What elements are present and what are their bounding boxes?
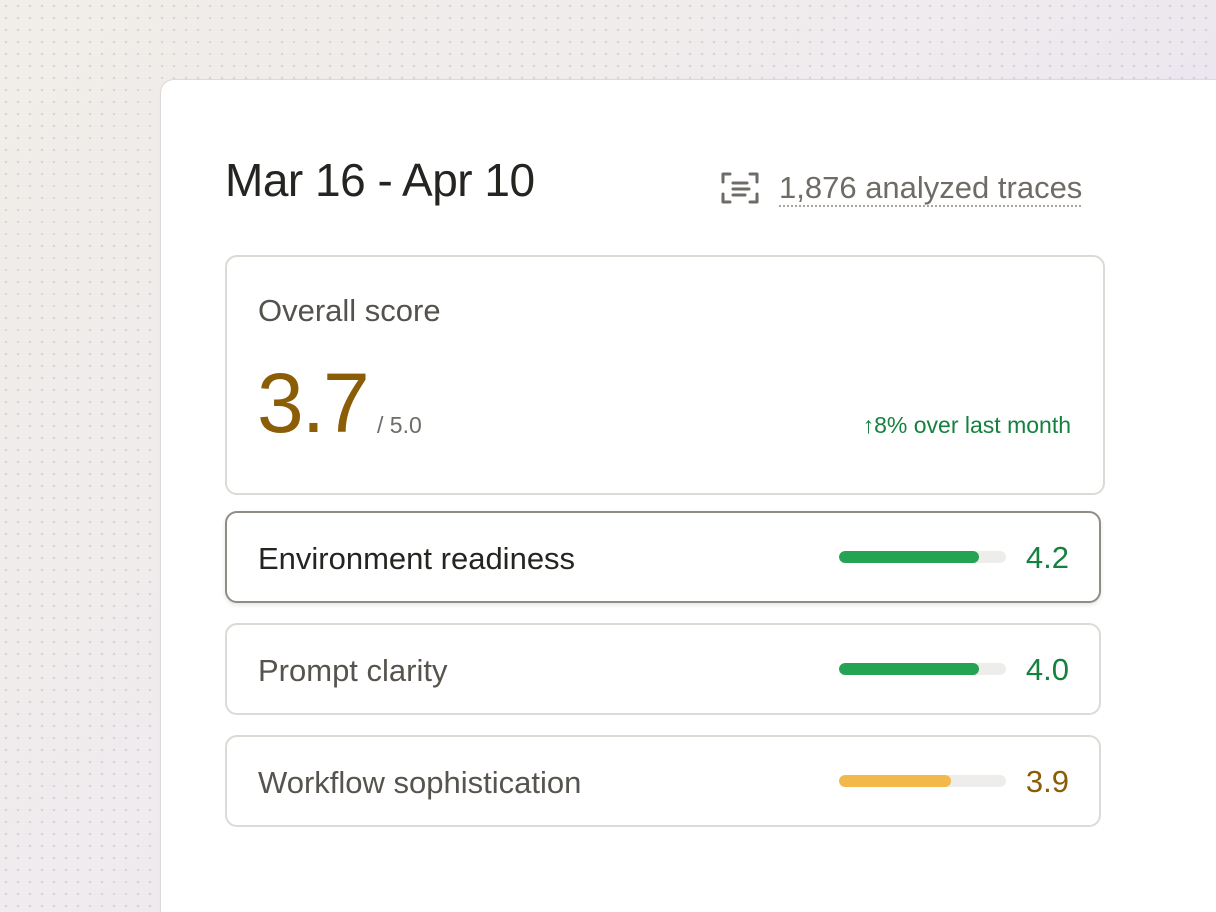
metric-label: Prompt clarity xyxy=(258,653,448,688)
metric-row-prompt-clarity[interactable]: Prompt clarity 4.0 xyxy=(225,623,1101,715)
metric-label: Environment readiness xyxy=(258,541,576,576)
analyzed-traces-link[interactable]: 1,876 analyzed traces xyxy=(779,170,1082,206)
metric-value: 3.9 xyxy=(1025,764,1069,799)
date-range-title: Mar 16 - Apr 10 xyxy=(225,154,535,206)
score-panel: Mar 16 - Apr 10 1,876 analyzed traces Ov… xyxy=(160,79,1216,912)
metric-progress-fill xyxy=(839,663,980,675)
metric-progress-bar xyxy=(839,663,1006,675)
metric-value: 4.0 xyxy=(1025,652,1069,687)
metric-value: 4.2 xyxy=(1025,540,1069,575)
overall-score-card: Overall score 3.7 / 5.0 ↑8% over last mo… xyxy=(225,255,1105,495)
overall-score-label: Overall score xyxy=(258,293,441,328)
scan-lines-icon xyxy=(721,172,759,204)
metric-progress-bar xyxy=(839,775,1006,787)
analyzed-traces[interactable]: 1,876 analyzed traces xyxy=(721,170,1082,206)
metric-progress-bar xyxy=(839,551,1006,563)
metric-row-workflow-sophistication[interactable]: Workflow sophistication 3.9 xyxy=(225,735,1101,827)
overall-score-value: 3.7 xyxy=(257,356,370,450)
trend-indicator: ↑8% over last month xyxy=(862,412,1071,438)
metric-progress-fill xyxy=(839,775,951,787)
metric-progress-fill xyxy=(839,551,980,563)
metric-label: Workflow sophistication xyxy=(258,765,582,800)
overall-score-max: / 5.0 xyxy=(377,412,422,438)
metric-row-environment-readiness[interactable]: Environment readiness 4.2 xyxy=(225,511,1101,603)
